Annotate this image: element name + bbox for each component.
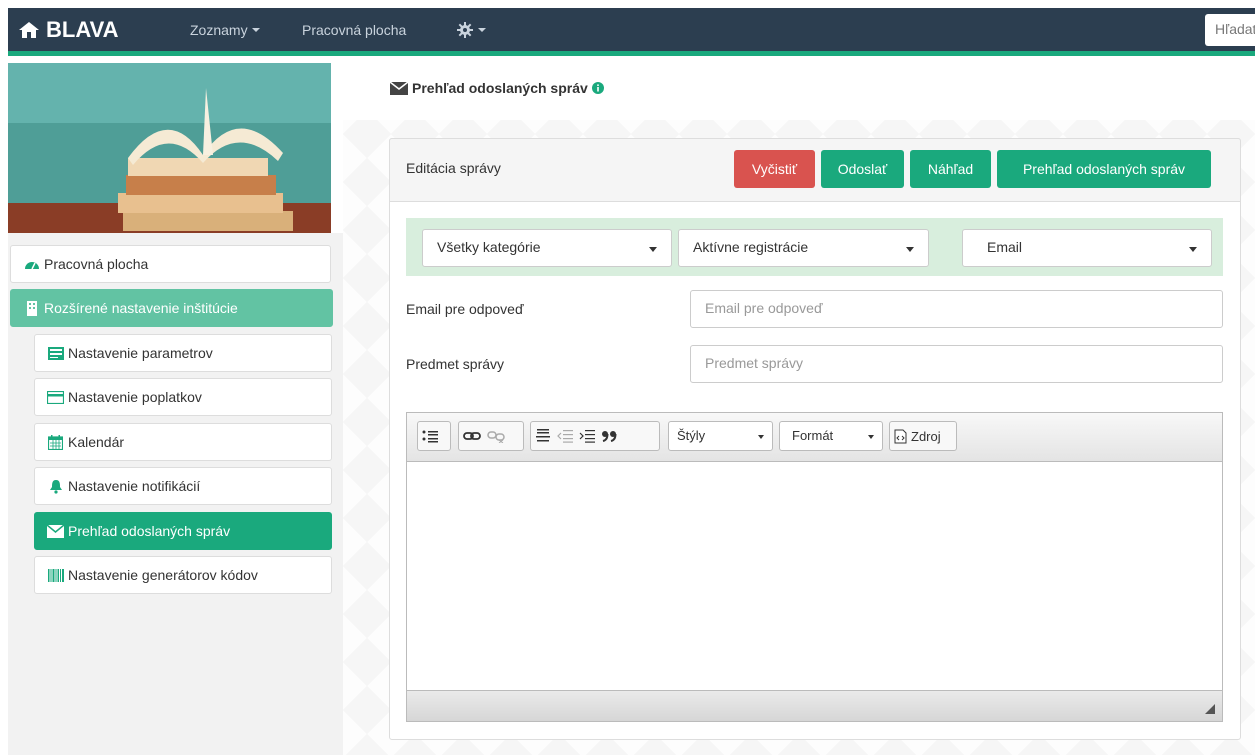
barcode-icon xyxy=(47,568,64,583)
channel-select[interactable]: Email xyxy=(962,229,1212,267)
list-icon xyxy=(47,346,64,361)
info-icon[interactable] xyxy=(591,82,604,94)
nav-settings-dropdown[interactable] xyxy=(456,8,486,51)
sidebar-item-code-generators[interactable]: Nastavenie generátorov kódov xyxy=(34,556,332,594)
source-button[interactable]: Zdroj xyxy=(889,421,957,451)
chevron-down-icon xyxy=(649,247,657,252)
category-select[interactable]: Všetky kategórie xyxy=(422,229,672,267)
registrations-select[interactable]: Aktívne registrácie xyxy=(678,229,929,267)
chevron-down-icon xyxy=(906,247,914,252)
sidebar-item-calendar[interactable]: Kalendár xyxy=(34,423,332,461)
envelope-icon xyxy=(47,524,64,539)
preview-button[interactable]: Náhľad xyxy=(910,150,991,188)
bell-icon xyxy=(47,479,64,494)
chevron-down-icon xyxy=(868,435,874,439)
sidebar-item-notifications[interactable]: Nastavenie notifikácií xyxy=(34,467,332,505)
clear-button[interactable]: Vyčistiť xyxy=(734,150,815,188)
search-input[interactable]: Hľadať xyxy=(1205,14,1255,46)
sidebar-item-institution-settings[interactable]: Rozšírené nastavenie inštitúcie xyxy=(10,289,333,327)
resize-handle[interactable] xyxy=(1205,704,1215,714)
sidebar-item-parameters[interactable]: Nastavenie parametrov xyxy=(34,334,332,372)
horizontal-rule-icon[interactable] xyxy=(535,428,551,444)
bulleted-list-icon[interactable] xyxy=(422,429,438,443)
subject-label: Predmet správy xyxy=(406,356,505,372)
subject-input[interactable]: Predmet správy xyxy=(690,345,1223,383)
toolbar-group-block xyxy=(530,421,660,451)
sidebar-item-dashboard[interactable]: Pracovná plocha xyxy=(10,245,331,283)
editor-status-bar xyxy=(406,690,1223,722)
unlink-icon[interactable] xyxy=(487,429,505,443)
nav-lists-dropdown[interactable]: Zoznamy xyxy=(190,8,260,51)
dashboard-icon xyxy=(23,257,40,272)
gear-icon xyxy=(457,21,473,38)
toolbar-group-links xyxy=(458,421,524,451)
home-icon xyxy=(19,22,39,38)
send-button[interactable]: Odoslať xyxy=(821,150,904,188)
sent-overview-button[interactable]: Prehľad odoslaných správ xyxy=(997,150,1211,188)
blockquote-icon[interactable] xyxy=(601,430,617,442)
sidebar-item-sent-messages[interactable]: Prehľad odoslaných správ xyxy=(34,512,332,550)
sidebar-books-image xyxy=(8,63,331,233)
source-code-icon xyxy=(894,429,907,443)
chevron-down-icon xyxy=(251,27,260,32)
reply-email-label: Email pre odpoveď xyxy=(406,301,524,317)
toolbar-group-list xyxy=(417,421,451,451)
chevron-down-icon xyxy=(478,27,486,32)
chevron-down-icon xyxy=(758,435,764,439)
top-navbar: BLAVA Zoznamy Pracovná plocha Hľadať xyxy=(8,8,1255,56)
brand-link[interactable]: BLAVA xyxy=(18,14,119,46)
chevron-down-icon xyxy=(1189,247,1197,252)
brand-name: BLAVA xyxy=(46,17,119,42)
page-title: Prehľad odoslaných správ xyxy=(390,80,608,96)
link-icon[interactable] xyxy=(463,430,481,442)
credit-card-icon xyxy=(47,390,64,405)
indent-icon[interactable] xyxy=(579,429,595,443)
sidebar-item-fees[interactable]: Nastavenie poplatkov xyxy=(34,378,332,416)
envelope-icon xyxy=(390,81,408,95)
panel-title: Editácia správy xyxy=(406,160,501,176)
format-dropdown[interactable]: Formát xyxy=(779,421,883,451)
outdent-icon[interactable] xyxy=(557,429,573,443)
building-icon xyxy=(23,300,40,316)
reply-email-input[interactable]: Email pre odpoveď xyxy=(690,290,1223,328)
calendar-icon xyxy=(47,434,64,450)
styles-dropdown[interactable]: Štýly xyxy=(668,421,773,451)
nav-dashboard-link[interactable]: Pracovná plocha xyxy=(302,8,406,51)
